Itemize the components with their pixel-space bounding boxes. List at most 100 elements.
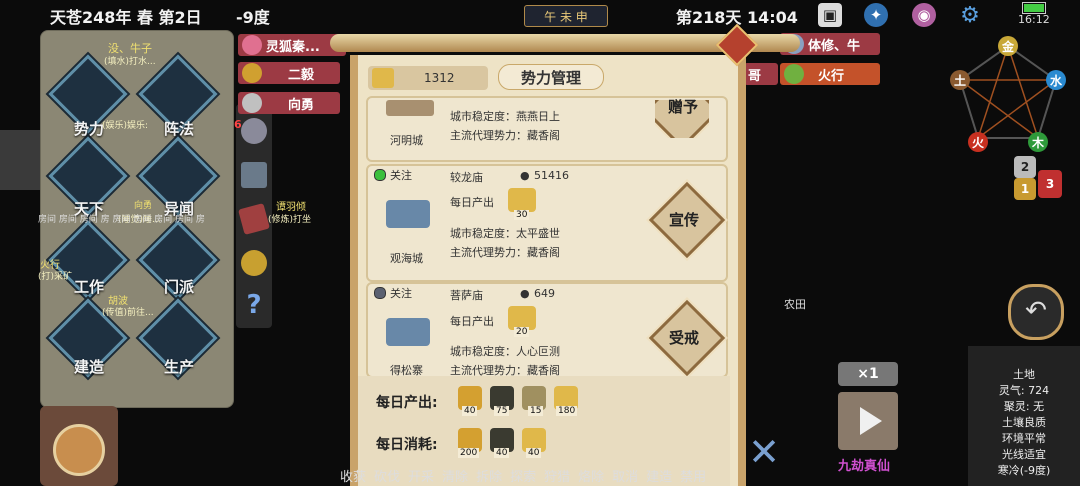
cost-gold: 200 [458,448,480,458]
daily-cost-total-label: 每日消耗: [376,437,438,453]
menu-label-formation: 阵法 [163,120,194,138]
toolbar-harvest[interactable]: 收获 [340,466,366,486]
char-action: (填水)打水... [104,57,156,67]
speed-tier-1[interactable]: 1 [1014,178,1036,200]
output-gold: 40 [462,406,478,416]
side-tag[interactable]: 向勇 [238,92,340,114]
follow-label: 关注 [390,169,412,182]
side-tag[interactable]: 哥 [744,63,778,85]
city-stability: 城市稳定度：燕燕日上 [450,110,560,123]
currency-amount: 1312 [424,71,455,85]
land-info-line: 聚灵: 无 [1003,400,1045,413]
menu-item-faction[interactable] [48,54,128,134]
toolbar-clear[interactable]: 清除 [442,466,468,486]
city-name: 观海城 [390,252,423,265]
menu-item-rumors[interactable] [138,136,218,216]
land-info-line: 土地 [1013,368,1035,381]
save-icon[interactable]: ▣ [818,3,842,27]
follow-label: 关注 [390,287,412,300]
follow-indicator[interactable] [374,287,386,299]
game-speed[interactable]: ×1 [838,362,898,386]
toolbar-burn[interactable]: 烙除 [578,466,604,486]
tile-label: 农田 [784,298,806,311]
city-building-icon [386,200,430,228]
shichen-indicator: 午 未 申 [524,5,608,27]
gear-icon[interactable]: ⚙ [958,3,982,28]
storage-icon[interactable] [241,162,267,188]
city-building-icon [386,318,430,346]
output-stone: 15 [528,406,544,416]
help-icon[interactable]: ? [241,290,267,320]
compass-icon[interactable]: ✦ [864,3,888,27]
land-info-line: 光线适宜 [1002,448,1046,461]
daily-output-total-label: 每日产出: [376,395,438,411]
char-label: 向勇 [134,201,153,211]
toolbar-cancel[interactable]: 取消 [612,466,638,486]
daily-output-label: 每日产出 [450,196,494,209]
element-earth: 土 [950,70,970,90]
land-info-line: 土壤良质 [1002,416,1046,429]
element-wood: 木 [1028,132,1048,152]
element-metal: 金 [998,36,1018,56]
cost-incense: 40 [526,448,542,458]
city-faction: 主流代理势力：藏香阁 [450,129,560,142]
land-info-line: 环境平常 [1002,432,1046,445]
char-label: 谭羽倾 [276,202,306,213]
menu-item-world[interactable] [48,136,128,216]
play-label: 九劫真仙 [838,459,891,474]
cost-wood: 40 [494,448,510,458]
daily-output-value: 30 [514,210,530,220]
daily-output-value: 20 [514,327,530,337]
incense-icon [372,68,394,88]
bottom-toolbar: 收获 砍伐 开采 清除 拆除 探索 狩猎 烙除 取消 建造 禁用 [340,466,780,486]
clock: 16:12 [1018,13,1050,26]
speed-tier-3[interactable]: 3 [1038,170,1062,198]
incense-icon [508,188,536,212]
speed-tier-2[interactable]: 2 [1014,156,1036,178]
left-edge-strip [0,130,40,190]
coin-icon[interactable] [241,250,267,276]
follow-indicator[interactable] [374,169,386,181]
palette-icon[interactable]: ◉ [912,3,936,27]
ear-icon[interactable] [241,118,267,144]
game-date: 天苍248年 春 第2日 [50,8,202,27]
element-fire: 火 [968,132,988,152]
side-tag[interactable]: 二毅 [238,62,340,84]
temple-name: 菩萨庙 [450,289,483,302]
land-info-line: 灵气: 724 [998,384,1050,397]
element-water: 水 [1046,70,1066,90]
toolbar-explore[interactable]: 探索 [510,466,536,486]
char-action: (修炼)打坐 [268,215,312,225]
character-portrait[interactable] [40,406,118,486]
char-action: (传值)前往... [102,308,154,318]
toolbar-mine[interactable]: 开采 [408,466,434,486]
city-faction: 主流代理势力：藏香阁 [450,246,560,259]
city-name: 河明城 [390,134,423,147]
play-button[interactable] [838,392,898,450]
toolbar-chop[interactable]: 砍伐 [374,466,400,486]
side-tag[interactable]: 火行 [780,63,880,85]
menu-item-formation[interactable] [138,54,218,134]
room-labels: 房间 房间 房间 房 房间 房间 房间 房间 房 [38,215,205,225]
output-wood: 75 [494,406,510,416]
person-icon: ● [520,169,530,182]
city-building-icon [386,100,434,116]
output-incense: 180 [556,406,578,416]
person-icon: ● [520,287,530,300]
menu-label-build: 建造 [73,358,104,376]
population: 51416 [534,169,569,182]
population: 649 [534,287,555,300]
notification-count: 6 [234,118,242,131]
toolbar-build[interactable]: 建造 [646,466,672,486]
daily-output-label: 每日产出 [450,315,494,328]
char-action: (娱乐)娱乐: [102,121,149,131]
toolbar-disable[interactable]: 禁用 [680,466,706,486]
back-button[interactable]: ↶ [1008,284,1064,340]
dialog-title: 势力管理 [498,64,604,90]
city-stability: 城市稳定度：太平盛世 [450,227,560,240]
char-action: (打)采矿 [38,272,73,282]
toolbar-demolish[interactable]: 拆除 [476,466,502,486]
toolbar-hunt[interactable]: 狩猎 [544,466,570,486]
close-x-icon[interactable]: ✕ [744,432,784,472]
top-bar: 天苍248年 春 第2日 -9度 午 未 申 第218天 14:04 ▣ ✦ ◉… [0,0,1080,30]
